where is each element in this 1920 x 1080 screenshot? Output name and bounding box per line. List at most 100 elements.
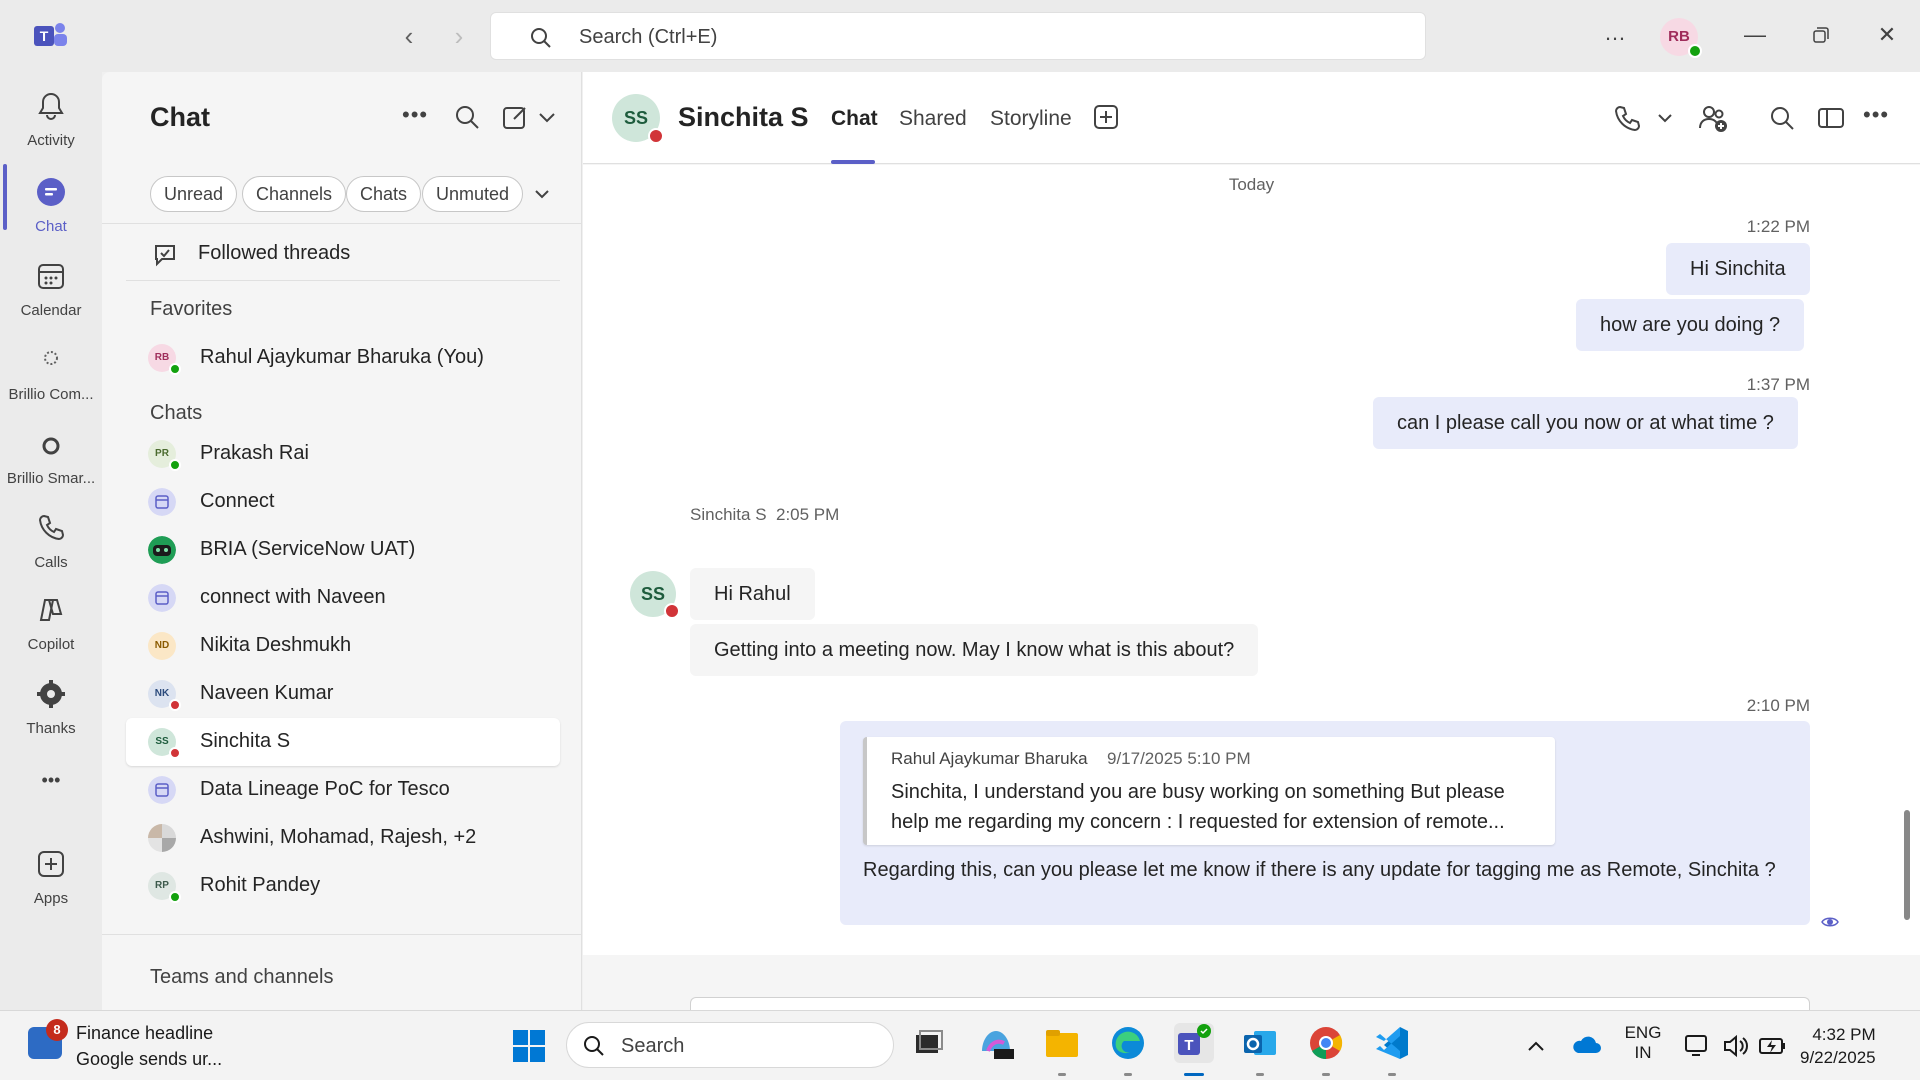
teams-logo-icon[interactable]: T	[34, 20, 68, 50]
reply-message-bubble[interactable]: Rahul Ajaykumar Bharuka 9/17/2025 5:10 P…	[840, 721, 1810, 925]
message-bubble[interactable]: how are you doing ?	[1576, 299, 1805, 351]
input-language[interactable]: ENG IN	[1622, 1023, 1664, 1063]
message-bubble[interactable]: Getting into a meeting now. May I know w…	[690, 624, 1259, 676]
battery-charging-icon[interactable]	[1758, 1033, 1788, 1059]
rail-copilot[interactable]: Copilot	[0, 586, 102, 666]
more-options-icon[interactable]: •••	[402, 102, 432, 132]
settings-more-icon[interactable]: …	[1604, 20, 1627, 46]
system-clock[interactable]: 4:32 PM 9/22/2025	[1800, 1023, 1876, 1069]
add-tab-icon[interactable]	[1093, 104, 1119, 130]
restore-icon[interactable]	[1806, 20, 1836, 50]
rail-calendar[interactable]: Calendar	[0, 252, 102, 332]
conversation-pane: SS Sinchita S Chat Shared Storyline ••• …	[583, 72, 1920, 1063]
chat-item-prakash-rai[interactable]: PR Prakash Rai	[126, 430, 560, 478]
taskbar-search-label: Search	[621, 1035, 685, 1057]
close-icon[interactable]: ✕	[1872, 20, 1902, 50]
filter-channels[interactable]: Channels	[242, 176, 347, 212]
search-icon[interactable]	[1766, 102, 1798, 134]
chevron-down-icon[interactable]	[532, 102, 562, 132]
chrome-icon[interactable]	[1306, 1023, 1346, 1076]
message-timestamp: 1:22 PM	[1746, 217, 1810, 236]
chat-item-sinchita-s[interactable]: SS Sinchita S	[126, 718, 560, 766]
chat-item-self[interactable]: RB Rahul Ajaykumar Bharuka (You)	[126, 334, 560, 382]
profile-avatar[interactable]: RB	[1660, 18, 1702, 58]
network-icon[interactable]	[1684, 1033, 1712, 1059]
chat-item-data-lineage[interactable]: Data Lineage PoC for Tesco	[126, 766, 560, 814]
search-icon[interactable]	[452, 102, 482, 132]
chat-item-connect[interactable]: Connect	[126, 478, 560, 526]
volume-icon[interactable]	[1722, 1033, 1750, 1059]
presence-available-icon	[169, 891, 181, 903]
news-subtitle[interactable]: Google sends ur...	[76, 1049, 222, 1070]
chevron-up-icon[interactable]	[1524, 1035, 1548, 1059]
filter-unmuted[interactable]: Unmuted	[422, 176, 524, 212]
avatar: RB	[148, 344, 181, 375]
tab-storyline[interactable]: Storyline	[990, 107, 1072, 131]
tab-shared[interactable]: Shared	[899, 107, 967, 131]
running-indicator	[1388, 1073, 1396, 1076]
filter-chats[interactable]: Chats	[346, 176, 422, 212]
rail-brillio-smart[interactable]: Brillio Smar...	[0, 420, 102, 500]
favorites-header[interactable]: Favorites	[150, 298, 232, 321]
windows-start-icon[interactable]	[512, 1029, 546, 1063]
vscode-icon[interactable]	[1372, 1023, 1412, 1076]
minimize-icon[interactable]: —	[1740, 20, 1770, 50]
more-options-icon[interactable]: •••	[1863, 102, 1895, 134]
chat-item-rohit-pandey[interactable]: RP Rohit Pandey	[126, 862, 560, 910]
chat-item-naveen-kumar[interactable]: NK Naveen Kumar	[126, 670, 560, 718]
chat-item-connect-with-naveen[interactable]: connect with Naveen	[126, 574, 560, 622]
filter-unread[interactable]: Unread	[150, 176, 238, 212]
message-bubble[interactable]: Hi Rahul	[690, 568, 815, 620]
task-view-icon[interactable]	[908, 1023, 948, 1063]
m365-copilot-icon[interactable]	[976, 1023, 1016, 1063]
rail-chat[interactable]: Chat	[0, 168, 102, 248]
forward-arrow-icon[interactable]: ›	[446, 22, 472, 50]
chat-item-name: Naveen Kumar	[200, 682, 334, 704]
sender-avatar[interactable]: SS	[630, 571, 680, 619]
call-icon[interactable]	[1611, 102, 1643, 134]
followed-threads-item[interactable]: Followed threads	[150, 234, 570, 274]
new-chat-icon[interactable]	[500, 102, 530, 132]
chat-item-bria[interactable]: BRIA (ServiceNow UAT)	[126, 526, 560, 574]
chevron-down-icon[interactable]	[1649, 102, 1681, 134]
teams-channels-header[interactable]: Teams and channels	[150, 966, 333, 989]
search-box[interactable]	[490, 12, 1426, 60]
add-people-icon[interactable]	[1697, 102, 1729, 134]
divider	[126, 280, 560, 281]
chats-header[interactable]: Chats	[150, 402, 202, 425]
quote-date: 9/17/2025 5:10 PM	[1107, 749, 1251, 768]
search-input[interactable]	[579, 23, 1379, 51]
edge-browser-icon[interactable]	[1108, 1023, 1148, 1076]
news-headline[interactable]: Finance headline	[76, 1023, 213, 1044]
avatar: RP	[148, 872, 181, 903]
rail-label: Chat	[35, 218, 67, 235]
popout-icon[interactable]	[1815, 102, 1847, 134]
scrollbar[interactable]	[1904, 810, 1910, 920]
chat-item-nikita-deshmukh[interactable]: ND Nikita Deshmukh	[126, 622, 560, 670]
chat-item-name: Rahul Ajaykumar Bharuka (You)	[200, 346, 484, 368]
rail-activity[interactable]: Activity	[0, 82, 102, 162]
tab-chat[interactable]: Chat	[831, 107, 878, 131]
outlook-icon[interactable]	[1240, 1023, 1280, 1076]
rail-thanks[interactable]: Thanks	[0, 670, 102, 750]
rail-apps[interactable]: Apps	[0, 840, 102, 920]
notification-badge: 8	[46, 1019, 68, 1041]
running-indicator	[1058, 1073, 1066, 1076]
message-bubble[interactable]: Hi Sinchita	[1666, 243, 1810, 295]
taskbar-search[interactable]: Search	[566, 1022, 894, 1068]
quoted-message[interactable]: Rahul Ajaykumar Bharuka 9/17/2025 5:10 P…	[863, 737, 1555, 845]
chevron-down-icon[interactable]	[530, 182, 554, 206]
contact-name[interactable]: Sinchita S	[678, 102, 809, 133]
back-arrow-icon[interactable]: ‹	[396, 22, 422, 50]
group-avatar-icon	[148, 824, 176, 852]
rail-more-apps[interactable]: •••	[0, 762, 102, 806]
contact-avatar[interactable]: SS	[612, 94, 664, 144]
onedrive-cloud-icon[interactable]	[1570, 1033, 1602, 1057]
add-apps-icon	[38, 851, 64, 877]
teams-app-icon[interactable]: T	[1174, 1023, 1214, 1076]
message-bubble[interactable]: can I please call you now or at what tim…	[1373, 397, 1798, 449]
chat-item-group[interactable]: Ashwini, Mohamad, Rajesh, +2	[126, 814, 560, 862]
rail-brillio-communicator[interactable]: Brillio Com...	[0, 336, 102, 416]
rail-calls[interactable]: Calls	[0, 504, 102, 584]
file-explorer-icon[interactable]	[1042, 1023, 1082, 1076]
